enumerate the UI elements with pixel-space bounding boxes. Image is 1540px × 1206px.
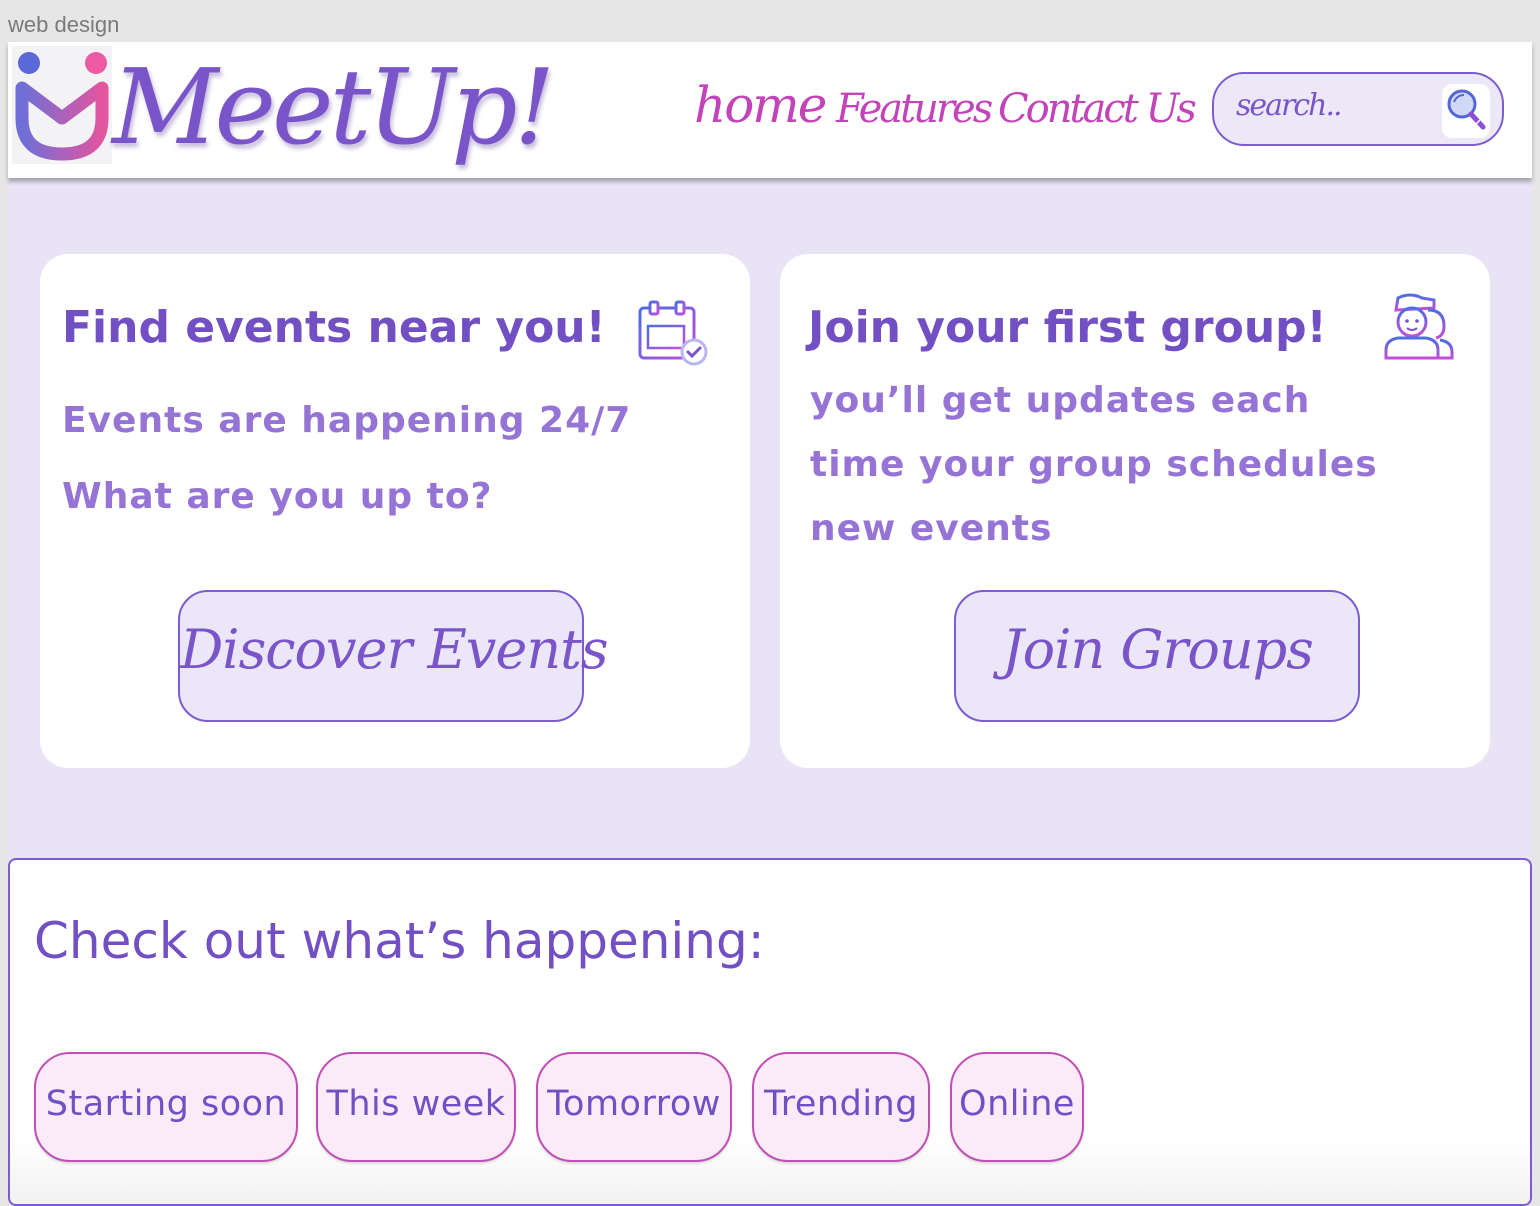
- events-line-2: What are you up to?: [62, 476, 493, 517]
- header-bar: MeetUp! home Features Contact Us search.…: [8, 42, 1532, 178]
- chip-this-week[interactable]: This week: [316, 1052, 516, 1162]
- chip-label: Tomorrow: [547, 1084, 721, 1124]
- chip-trending[interactable]: Trending: [752, 1052, 930, 1162]
- chip-label: Starting soon: [45, 1084, 287, 1124]
- happening-title: Check out what’s happening:: [34, 912, 765, 970]
- discover-events-button[interactable]: Discover Events: [178, 590, 609, 722]
- chip-label: Trending: [764, 1084, 918, 1124]
- search-placeholder: search..: [1236, 88, 1343, 123]
- join-groups-button[interactable]: Join Groups: [954, 590, 1360, 722]
- chip-tomorrow[interactable]: Tomorrow: [536, 1052, 732, 1162]
- events-line-1: Events are happening 24/7: [62, 400, 632, 441]
- nav-home-link[interactable]: home: [694, 76, 827, 134]
- brand-wordmark[interactable]: MeetUp!: [112, 42, 555, 172]
- group-people-icon: [1382, 292, 1456, 366]
- groups-line-3: new events: [810, 508, 1053, 549]
- calendar-check-icon: [636, 298, 710, 372]
- window-title: web design: [8, 12, 120, 37]
- chip-label: This week: [326, 1084, 506, 1124]
- events-card: Find events near you! Events are happeni…: [40, 254, 750, 768]
- page-canvas: MeetUp! home Features Contact Us search.…: [8, 42, 1532, 1206]
- happening-section: Check out what’s happening: Starting soo…: [8, 858, 1532, 1206]
- chip-starting-soon[interactable]: Starting soon: [34, 1052, 298, 1162]
- nav-features-link[interactable]: Features: [836, 86, 993, 132]
- magnifier-icon: [1447, 89, 1486, 130]
- chip-online[interactable]: Online: [950, 1052, 1084, 1162]
- search-button[interactable]: [1442, 84, 1490, 138]
- nav-contact-link[interactable]: Contact Us: [998, 86, 1197, 132]
- groups-line-1: you’ll get updates each: [810, 380, 1311, 421]
- groups-line-2: time your group schedules: [810, 444, 1378, 485]
- join-groups-label: Join Groups: [1002, 618, 1314, 681]
- groups-card: Join your first group! you’ll get update…: [780, 254, 1490, 768]
- discover-events-label: Discover Events: [180, 618, 609, 681]
- logo-icon[interactable]: [12, 46, 112, 164]
- events-card-title: Find events near you!: [62, 302, 606, 353]
- chip-label: Online: [959, 1084, 1075, 1124]
- search-input[interactable]: search..: [1212, 72, 1504, 146]
- groups-card-title: Join your first group!: [808, 302, 1327, 353]
